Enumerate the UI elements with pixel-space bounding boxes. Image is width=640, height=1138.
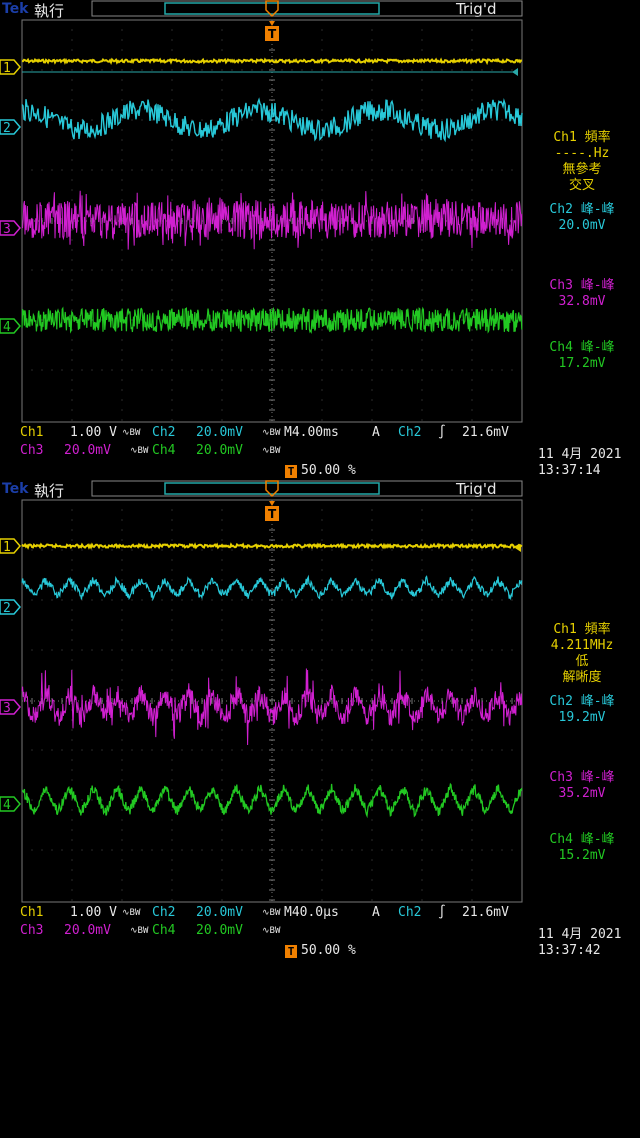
- ch4-marker: 4: [0, 796, 21, 813]
- ch2-pp-title: Ch2 峰-峰: [549, 202, 615, 217]
- ch3-pp-value: 35.2mV: [558, 786, 606, 801]
- status-row-1: Ch1 1.00 V ∿BW Ch2 20.0mV ∿BW M40.0µs A …: [18, 904, 509, 922]
- scope-screen-2: Tek 執行 Trig'd 1234T Ch1 頻率 4.211MHz 低 解晰…: [0, 480, 640, 960]
- svg-text:2: 2: [3, 601, 11, 616]
- svg-text:3: 3: [3, 701, 11, 716]
- trigger-mode: A: [372, 425, 380, 440]
- rising-edge-icon: ∫: [438, 905, 446, 920]
- trigger-channel: Ch2: [398, 905, 422, 920]
- ch1-trace: [21, 542, 523, 551]
- ch4-label: Ch4: [152, 443, 176, 458]
- svg-text:T: T: [268, 507, 277, 521]
- svg-text:3: 3: [3, 222, 11, 237]
- ch3-pp-title: Ch3 峰-峰: [549, 770, 615, 785]
- ch2-scale: 20.0mV: [196, 905, 243, 920]
- ch4-label: Ch4: [152, 923, 176, 938]
- ch3-marker: 3: [0, 220, 21, 237]
- ch1-scale: 1.00 V: [70, 425, 117, 440]
- ch4-scale: 20.0mV: [196, 443, 243, 458]
- timebase: M4.00ms: [284, 425, 339, 440]
- ch2-label: Ch2: [152, 425, 176, 440]
- svg-text:1: 1: [3, 540, 11, 555]
- trigger-position-icon: T: [285, 945, 297, 958]
- ch1-label: Ch1: [20, 905, 44, 920]
- ch3-pp-value: 32.8mV: [558, 294, 606, 309]
- ch2-pp-value: 19.2mV: [558, 710, 606, 725]
- ch3-scale: 20.0mV: [64, 443, 111, 458]
- ch4-pp-value: 15.2mV: [558, 848, 606, 863]
- ch2-marker: 2: [0, 119, 21, 136]
- trigger-position: T 50.00 %: [285, 943, 379, 958]
- ch1-freq-note2: 解晰度: [562, 670, 602, 685]
- coupling-icon: ∿BW: [122, 428, 141, 438]
- ch4-pp-value: 17.2mV: [558, 356, 606, 371]
- time-readout: 13:37:42: [538, 943, 601, 958]
- scope-screen-1: Tek 執行 Trig'd 1234T Ch1 頻率 ----.Hz 無參考 交…: [0, 0, 640, 480]
- coupling-icon: ∿BW: [262, 926, 281, 936]
- trigger-position: T 50.00 %: [285, 463, 379, 478]
- ch2-label: Ch2: [152, 905, 176, 920]
- ch2-scale: 20.0mV: [196, 425, 243, 440]
- trigger-position-value: 50.00 %: [301, 463, 356, 478]
- coupling-icon: ∿BW: [122, 908, 141, 918]
- ch1-freq-note1: 無參考: [562, 162, 602, 177]
- rising-edge-icon: ∫: [438, 425, 446, 440]
- ch1-freq-title: Ch1 頻率: [553, 622, 611, 637]
- ch4-marker: 4: [0, 318, 21, 335]
- time-readout: 13:37:14: [538, 463, 601, 478]
- status-row-2: Ch3 20.0mV ∿BW Ch4 20.0mV ∿BW: [18, 922, 280, 940]
- ch3-scale: 20.0mV: [64, 923, 111, 938]
- ch1-trace: [21, 57, 523, 66]
- trigger-position-value: 50.00 %: [301, 943, 356, 958]
- ch1-marker: 1: [0, 59, 21, 76]
- ch4-trace: [21, 306, 523, 335]
- trigger-channel: Ch2: [398, 425, 422, 440]
- coupling-icon: ∿BW: [262, 446, 281, 456]
- ch2-pp-title: Ch2 峰-峰: [549, 694, 615, 709]
- ch3-label: Ch3: [20, 923, 44, 938]
- timebase: M40.0µs: [284, 905, 339, 920]
- trigger-mode: A: [372, 905, 380, 920]
- ch1-freq-note1: 低: [575, 654, 589, 669]
- svg-text:T: T: [268, 27, 277, 41]
- svg-text:4: 4: [3, 320, 11, 335]
- ch1-marker: 1: [0, 538, 21, 555]
- trigger-marker: T: [265, 0, 279, 41]
- coupling-icon: ∿BW: [130, 926, 149, 936]
- ch1-label: Ch1: [20, 425, 44, 440]
- coupling-icon: ∿BW: [262, 428, 281, 438]
- ch1-freq-value: 4.211MHz: [550, 638, 614, 653]
- ch4-pp-title: Ch4 峰-峰: [549, 340, 615, 355]
- ch1-freq-title: Ch1 頻率: [553, 130, 611, 145]
- measurement-panel: Ch1 頻率 4.211MHz 低 解晰度 Ch2 峰-峰 19.2mV Ch3…: [524, 622, 640, 864]
- coupling-icon: ∿BW: [262, 908, 281, 918]
- measurement-panel: Ch1 頻率 ----.Hz 無參考 交叉 Ch2 峰-峰 20.0mV Ch3…: [524, 130, 640, 372]
- trigger-level: 21.6mV: [462, 425, 509, 440]
- ch2-pp-value: 20.0mV: [558, 218, 606, 233]
- ch3-label: Ch3: [20, 443, 44, 458]
- ch4-scale: 20.0mV: [196, 923, 243, 938]
- trigger-level-arrow: [512, 68, 518, 76]
- ch4-pp-title: Ch4 峰-峰: [549, 832, 615, 847]
- status-row-1: Ch1 1.00 V ∿BW Ch2 20.0mV ∿BW M4.00ms A …: [18, 424, 509, 442]
- svg-text:2: 2: [3, 121, 11, 136]
- ch1-freq-value: ----.Hz: [554, 146, 610, 161]
- ch3-marker: 3: [0, 699, 21, 716]
- status-row-2: Ch3 20.0mV ∿BW Ch4 20.0mV ∿BW: [18, 442, 280, 460]
- ch2-marker: 2: [0, 599, 21, 616]
- ch3-pp-title: Ch3 峰-峰: [549, 278, 615, 293]
- trigger-level: 21.6mV: [462, 905, 509, 920]
- svg-text:1: 1: [3, 61, 11, 76]
- trigger-position-icon: T: [285, 465, 297, 478]
- svg-text:4: 4: [3, 798, 11, 813]
- channel-markers: 1 2 3 4 T: [0, 480, 279, 813]
- coupling-icon: ∿BW: [130, 446, 149, 456]
- ch1-scale: 1.00 V: [70, 905, 117, 920]
- trigger-marker: T: [265, 480, 279, 521]
- ch1-freq-note2: 交叉: [568, 178, 595, 193]
- channel-markers: 1 2 3 4 T: [0, 0, 279, 335]
